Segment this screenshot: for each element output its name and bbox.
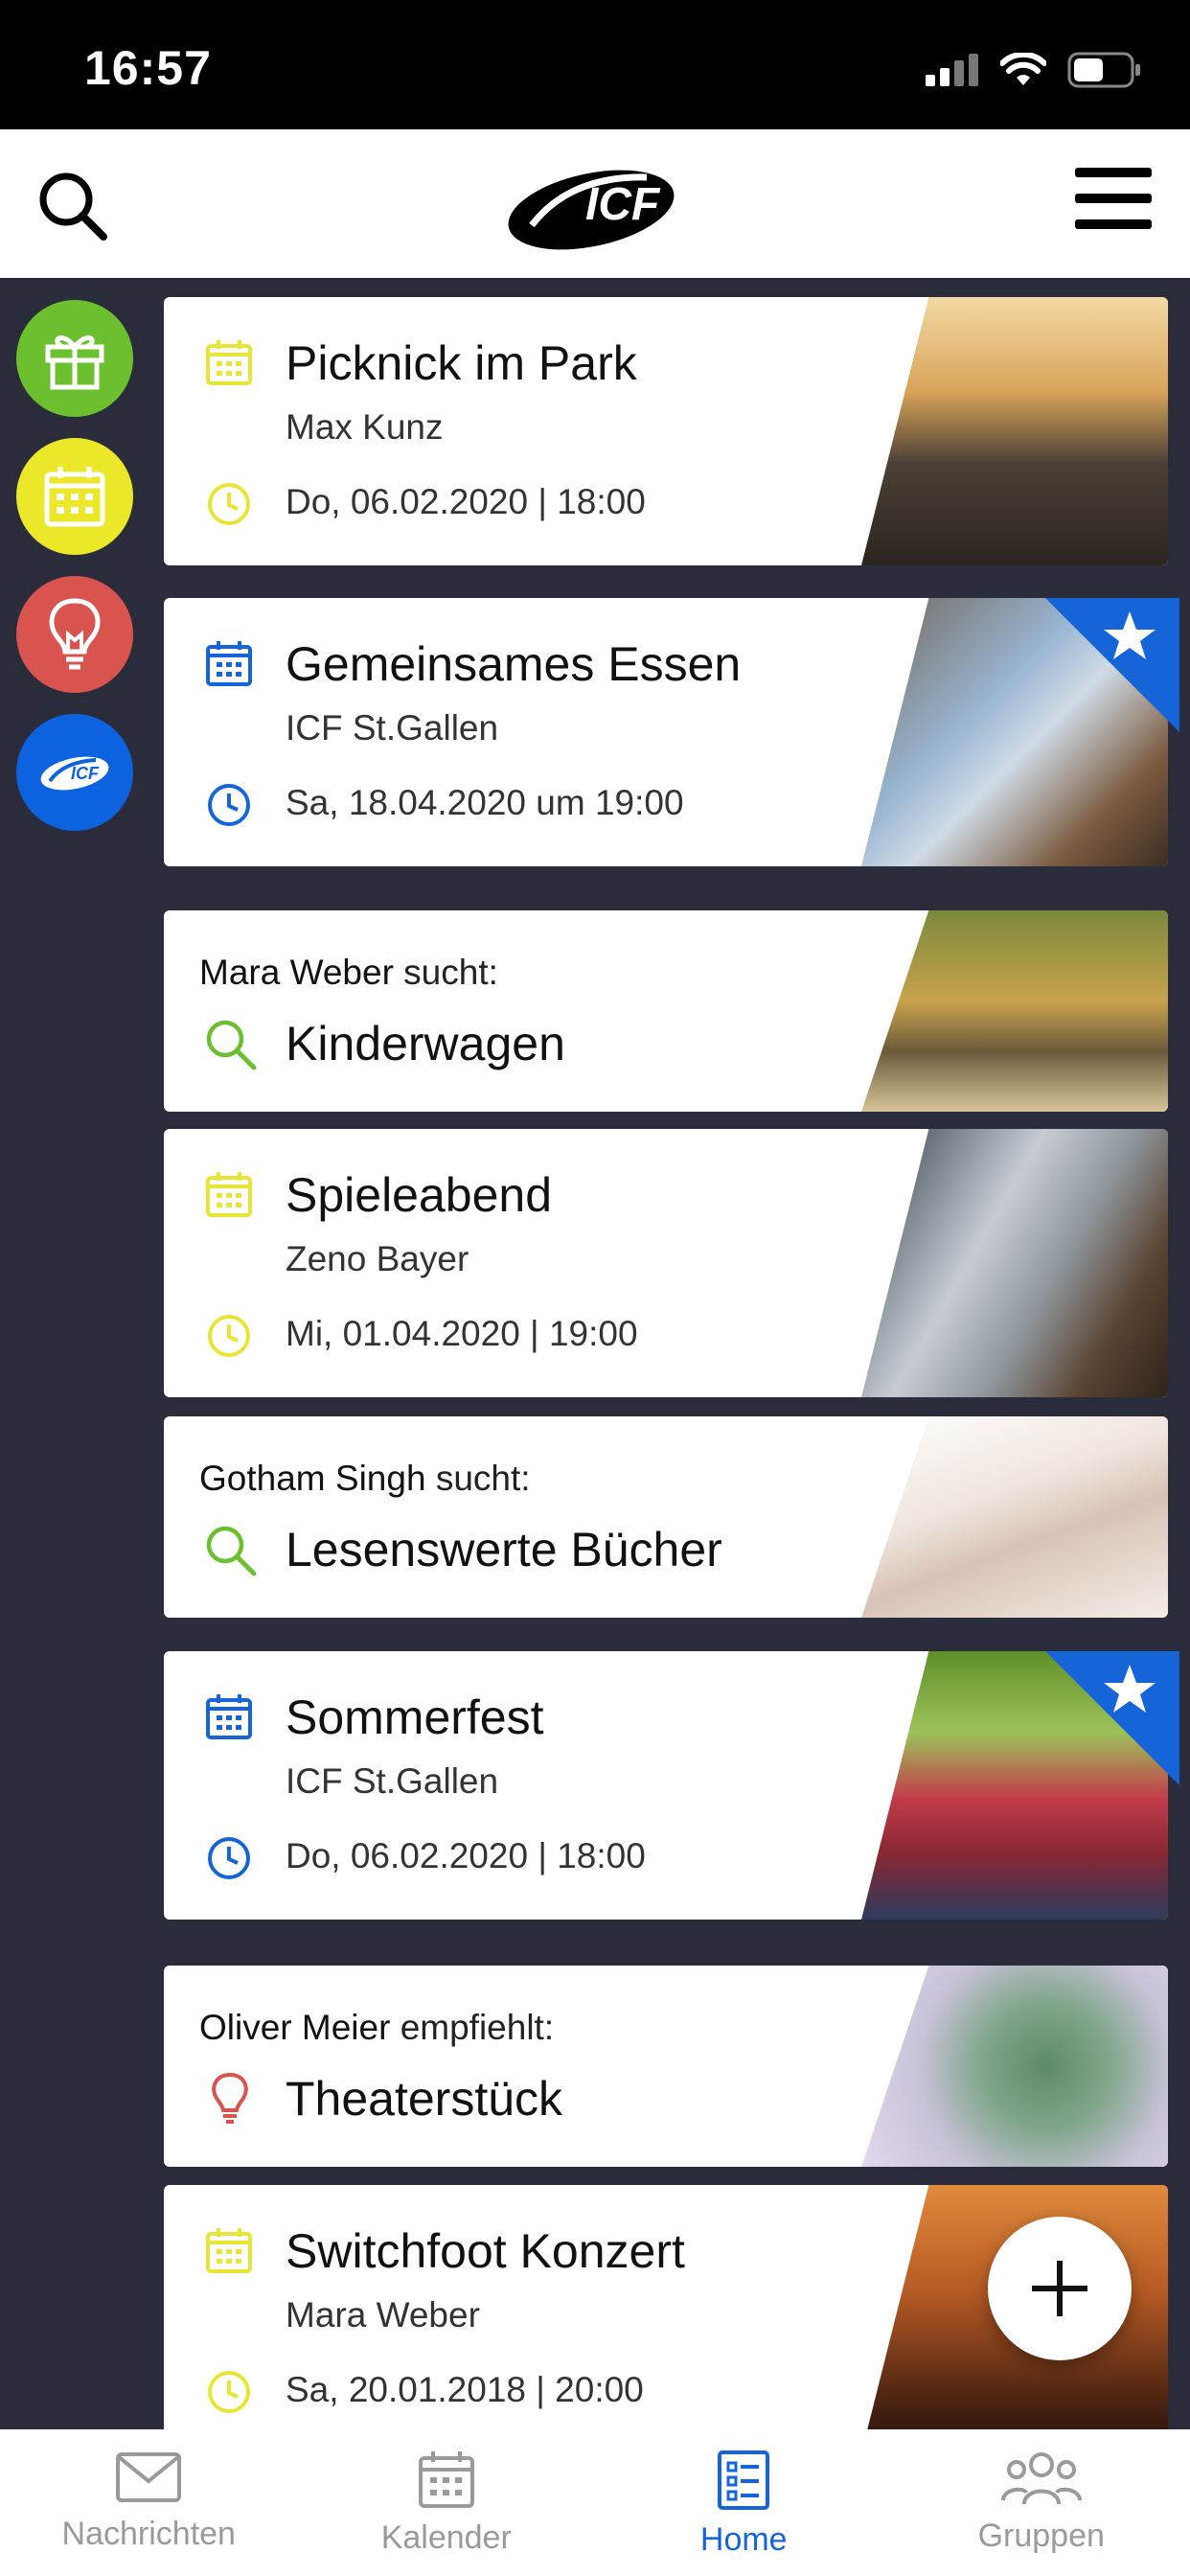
recommendation-verb: empfiehlt: [400, 2008, 555, 2047]
calendar-icon [206, 2228, 252, 2273]
search-icon [206, 1526, 257, 1576]
event-title: Gemeinsames Essen [286, 637, 742, 691]
event-card[interactable]: Sommerfest ICF St.Gallen Do, 06.02.2020 … [164, 1651, 1179, 1920]
svg-text:ICF: ICF [585, 179, 661, 230]
tab-kalender[interactable]: Kalender [298, 2429, 596, 2576]
event-card[interactable]: Spieleabend Zeno Bayer Mi, 01.04.2020 | … [164, 1129, 1168, 1397]
clock-icon [208, 483, 250, 525]
event-card[interactable]: Picknick im Park Max Kunz Do, 06.02.2020… [164, 297, 1168, 565]
mail-icon [116, 2452, 182, 2502]
featured-star-icon [1045, 1651, 1179, 1785]
request-verb: sucht: [435, 1459, 531, 1498]
event-host: ICF St.Gallen [286, 708, 499, 748]
idea-filter-button[interactable] [16, 576, 133, 693]
plus-icon [1032, 2261, 1087, 2316]
event-title: Switchfoot Konzert [286, 2224, 685, 2278]
group-icon [1000, 2452, 1082, 2505]
recommendation-title: Theaterstück [286, 2072, 563, 2126]
category-rail: ICF [16, 300, 133, 852]
recommendation-card[interactable]: Oliver Meier empfiehlt: Theaterstück [164, 1966, 1168, 2167]
bottom-tab-bar: Nachrichten Kalender Home Gruppen [0, 2429, 1190, 2576]
icf-filter-button[interactable]: ICF [16, 714, 133, 831]
icf-logo-icon: ICF [40, 756, 109, 791]
recommendation-header: Oliver Meier empfiehlt: [199, 2008, 554, 2048]
tab-label: Nachrichten [61, 2516, 236, 2552]
wifi-icon [1000, 53, 1046, 85]
event-card[interactable]: Gemeinsames Essen ICF St.Gallen Sa, 18.0… [164, 598, 1179, 866]
gift-icon [45, 335, 104, 390]
event-title: Spieleabend [286, 1168, 553, 1222]
event-host: Mara Weber [286, 2295, 480, 2334]
request-header: Mara Weber sucht: [199, 953, 498, 993]
icf-logo: ICF [503, 156, 685, 252]
request-author: Mara Weber [199, 953, 394, 992]
featured-star-icon [1045, 598, 1179, 732]
event-title: Sommerfest [286, 1690, 544, 1744]
request-header: Gotham Singh sucht: [199, 1459, 531, 1499]
request-title: Kinderwagen [286, 1017, 565, 1070]
request-card[interactable]: Mara Weber sucht: Kinderwagen [164, 910, 1168, 1112]
event-date: Sa, 18.04.2020 um 19:00 [286, 783, 684, 822]
clock-icon [208, 1315, 250, 1357]
clock-icon [208, 784, 250, 826]
list-icon [718, 2450, 770, 2510]
recommendation-author: Oliver Meier [199, 2008, 391, 2047]
add-button[interactable] [988, 2217, 1132, 2360]
request-card[interactable]: Gotham Singh sucht: Lesenswerte Bücher [164, 1416, 1168, 1618]
calendar-icon [206, 1694, 252, 1739]
tab-gruppen[interactable]: Gruppen [893, 2429, 1190, 2576]
search-icon [39, 172, 107, 241]
tab-label: Home [699, 2521, 788, 2558]
search-icon [206, 1020, 257, 1070]
menu-button[interactable] [1075, 168, 1152, 235]
lightbulb-icon [49, 598, 101, 670]
request-image [861, 910, 1168, 1112]
clock-icon [208, 2371, 250, 2413]
event-title: Picknick im Park [286, 336, 637, 390]
app-header: ICF [0, 129, 1190, 278]
event-date: Do, 06.02.2020 | 18:00 [286, 482, 646, 521]
calendar-filter-button[interactable] [16, 438, 133, 555]
gift-filter-button[interactable] [16, 300, 133, 417]
menu-line [1075, 168, 1152, 177]
battery-icon [1067, 52, 1140, 88]
event-image [861, 1129, 1168, 1397]
event-date: Mi, 01.04.2020 | 19:00 [286, 1314, 638, 1353]
event-date: Do, 06.02.2020 | 18:00 [286, 1836, 646, 1875]
svg-text:ICF: ICF [71, 764, 100, 783]
event-host: Max Kunz [286, 407, 444, 447]
status-bar: 16:57 [0, 0, 1190, 129]
event-date: Sa, 20.01.2018 | 20:00 [286, 2370, 644, 2409]
request-verb: sucht: [403, 953, 498, 992]
tab-label: Kalender [380, 2519, 512, 2556]
status-icons [926, 52, 1142, 88]
calendar-icon [206, 1172, 252, 1217]
search-button[interactable] [34, 168, 111, 244]
tab-label: Gruppen [977, 2518, 1105, 2554]
calendar-icon [418, 2451, 474, 2508]
event-host: ICF St.Gallen [286, 1761, 499, 1801]
request-title: Lesenswerte Bücher [286, 1523, 722, 1576]
calendar-icon [44, 467, 105, 527]
lightbulb-icon [212, 2072, 248, 2124]
event-host: Zeno Bayer [286, 1239, 469, 1278]
calendar-icon [206, 340, 252, 385]
request-image [861, 1416, 1168, 1618]
tab-nachrichten[interactable]: Nachrichten [0, 2429, 298, 2576]
request-author: Gotham Singh [199, 1459, 426, 1498]
clock-icon [208, 1837, 250, 1879]
calendar-icon [206, 641, 252, 686]
signal-icon [926, 54, 978, 86]
event-image [861, 297, 1168, 565]
recommendation-image [861, 1966, 1168, 2167]
menu-line [1075, 194, 1152, 203]
menu-line [1075, 219, 1152, 229]
status-time: 16:57 [84, 41, 212, 95]
tab-home[interactable]: Home [595, 2429, 893, 2576]
